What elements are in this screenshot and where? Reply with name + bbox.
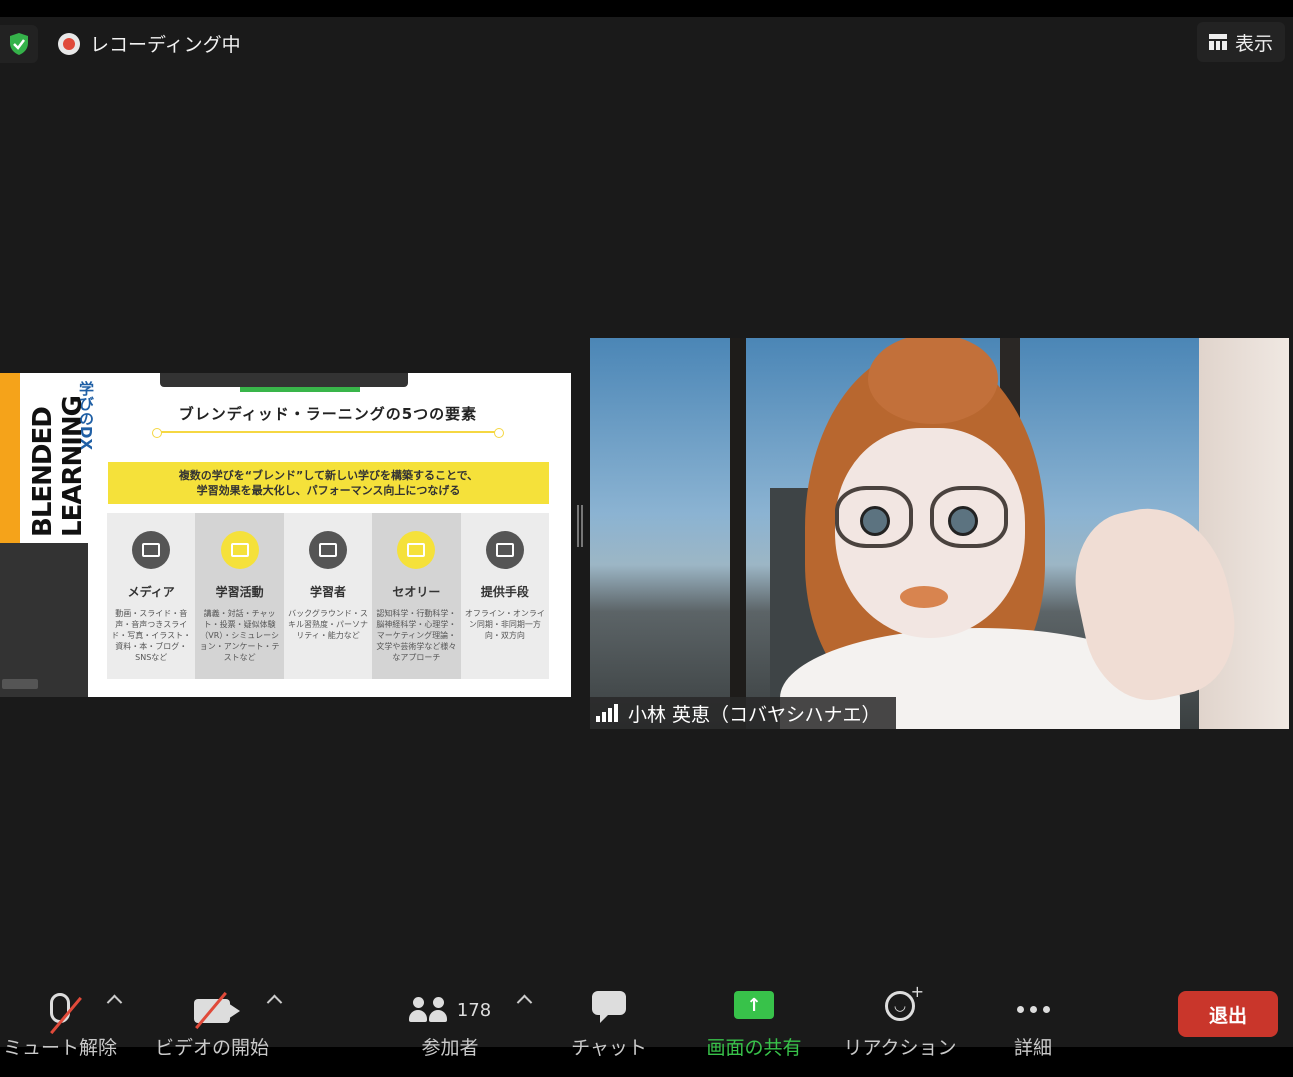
element-columns: メディア 動画・スライド・音声・音声つきスライド・写真・イラスト・資料・本・ブロ… xyxy=(107,513,550,679)
gallery-grid-icon xyxy=(1208,34,1227,50)
head-icon xyxy=(309,531,348,569)
participants-button[interactable]: 178 参加者 xyxy=(400,971,500,1064)
view-label: 表示 xyxy=(1234,32,1273,55)
book-icon xyxy=(397,531,436,569)
smiley-icon: ◡ xyxy=(885,982,924,1021)
participants-count: 178 xyxy=(456,1000,492,1021)
more-dots-icon xyxy=(1016,1006,1050,1013)
chat-button[interactable]: チャット xyxy=(571,971,647,1064)
signal-strength-icon xyxy=(596,704,618,722)
recording-indicator[interactable]: レコーディング中 xyxy=(58,30,241,57)
element-column: 学習者 バックグラウンド・スキル習熟度・パーソナリティ・能力など xyxy=(283,513,373,679)
slide-title: ブレンディッド・ラーニングの5つの要素 xyxy=(178,405,478,423)
shared-screen[interactable]: BLENDED LEARNING 学びのDX ブレンディッド・ラーニングの5つの… xyxy=(0,373,571,697)
participant-name: 小林 英恵（コバヤシハナエ） xyxy=(628,703,881,726)
view-button[interactable]: 表示 xyxy=(1196,22,1285,62)
participants-options-chevron-icon[interactable] xyxy=(516,991,532,1007)
element-column: 学習活動 講義・対話・チャット・投票・疑似体験（VR）・シミュレーション・アンケ… xyxy=(195,513,284,679)
presentation-icon xyxy=(132,531,171,569)
audio-options-chevron-icon[interactable] xyxy=(106,991,122,1007)
reactions-button[interactable]: ◡ リアクション xyxy=(843,971,956,1064)
element-column: セオリー 認知科学・行動科学・脳神経科学・心理学・マーケティング理論・文学や芸術… xyxy=(372,513,461,679)
meeting-controls: ミュート解除 ビデオの開始 178 参加者 チャット ↑ 画面の共有 ◡ リアク… xyxy=(0,971,1293,1064)
unmute-button[interactable]: ミュート解除 xyxy=(3,971,117,1064)
share-arrow-icon: ↑ xyxy=(734,991,774,1019)
share-screen-button[interactable]: ↑ 画面の共有 xyxy=(700,971,808,1064)
slide-divider xyxy=(152,428,504,438)
meeting-window: レコーディング中 表示 BLENDED LEARNING 学びのDX ブレンディ… xyxy=(0,17,1293,1059)
video-off-icon xyxy=(194,991,240,1030)
start-video-button[interactable]: ビデオの開始 xyxy=(155,971,269,1064)
participants-icon xyxy=(408,997,447,1023)
slide-banner: 複数の学びを“ブレンド”して新しい学びを構築することで、 学習効果を最大化し、パ… xyxy=(108,462,549,504)
recording-label: レコーディング中 xyxy=(90,34,241,56)
presenter-toolbar xyxy=(160,373,408,392)
microphone-muted-icon xyxy=(50,993,82,1035)
more-button[interactable]: 詳細 xyxy=(1006,971,1060,1064)
resize-handle[interactable] xyxy=(577,505,583,547)
element-column: メディア 動画・スライド・音声・音声つきスライド・写真・イラスト・資料・本・ブロ… xyxy=(107,513,196,679)
security-shield-icon[interactable] xyxy=(0,25,38,63)
leave-button[interactable]: 退出 xyxy=(1178,991,1278,1037)
book-cover-image: BLENDED LEARNING 学びのDX xyxy=(0,373,95,543)
group-icon xyxy=(220,531,259,569)
recording-icon xyxy=(58,32,80,55)
participant-video[interactable]: 小林 英恵（コバヤシハナエ） xyxy=(590,338,1289,729)
element-column: 提供手段 オフライン・オンライン同期・非同期一方向・双方向 xyxy=(460,513,550,679)
participant-nametag: 小林 英恵（コバヤシハナエ） xyxy=(590,697,897,729)
chat-bubble-icon xyxy=(592,991,626,1023)
grid-icon xyxy=(485,531,524,569)
video-options-chevron-icon[interactable] xyxy=(266,991,282,1007)
